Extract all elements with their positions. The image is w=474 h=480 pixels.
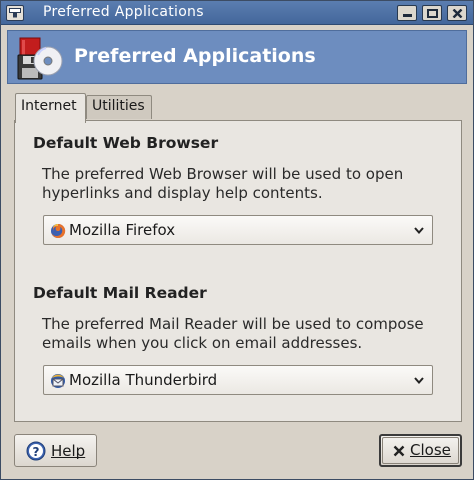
close-button[interactable]: Close [379, 434, 462, 467]
maximize-icon [427, 9, 438, 18]
mail-description: The preferred Mail Reader will be used t… [42, 315, 424, 352]
tab-utilities[interactable]: Utilities [86, 95, 152, 119]
web-browser-value: Mozilla Firefox [69, 221, 176, 239]
window-menu-button[interactable] [6, 5, 24, 21]
tab-internet-label: Internet [21, 98, 77, 114]
mail-reader-value: Mozilla Thunderbird [69, 371, 218, 389]
internet-tab-panel: Default Web Browser The preferred Web Br… [14, 120, 462, 422]
firefox-icon [51, 223, 66, 238]
svg-text:?: ? [33, 445, 40, 459]
chevron-down-icon [414, 377, 424, 384]
help-button-label: Help [51, 442, 86, 460]
maximize-button[interactable] [422, 5, 442, 21]
chevron-down-icon [414, 227, 424, 234]
close-button-label: Close [410, 441, 451, 459]
minimize-icon [403, 14, 412, 17]
browser-section-title: Default Web Browser [33, 134, 219, 152]
mail-section-title: Default Mail Reader [33, 284, 207, 302]
close-icon [452, 9, 463, 18]
window-title: Preferred Applications [43, 4, 204, 20]
close-icon [393, 445, 405, 457]
web-browser-select[interactable]: Mozilla Firefox [43, 215, 433, 245]
preferred-applications-window: Preferred Applications Preferred Applica… [0, 0, 474, 480]
tab-internet[interactable]: Internet [15, 93, 86, 123]
thunderbird-icon [51, 374, 65, 388]
header-banner: Preferred Applications [7, 30, 467, 84]
browser-description: The preferred Web Browser will be used t… [42, 165, 404, 202]
mail-reader-select[interactable]: Mozilla Thunderbird [43, 365, 433, 395]
tab-utilities-label: Utilities [92, 98, 145, 114]
minimize-button[interactable] [397, 5, 417, 21]
window-menu-icon [9, 8, 21, 18]
title-bar[interactable]: Preferred Applications [1, 1, 473, 25]
help-icon: ? [26, 441, 46, 461]
preferred-apps-icon [17, 37, 63, 80]
help-button[interactable]: ? Help [14, 434, 97, 467]
banner-title: Preferred Applications [74, 45, 316, 67]
close-window-button[interactable] [447, 5, 467, 21]
